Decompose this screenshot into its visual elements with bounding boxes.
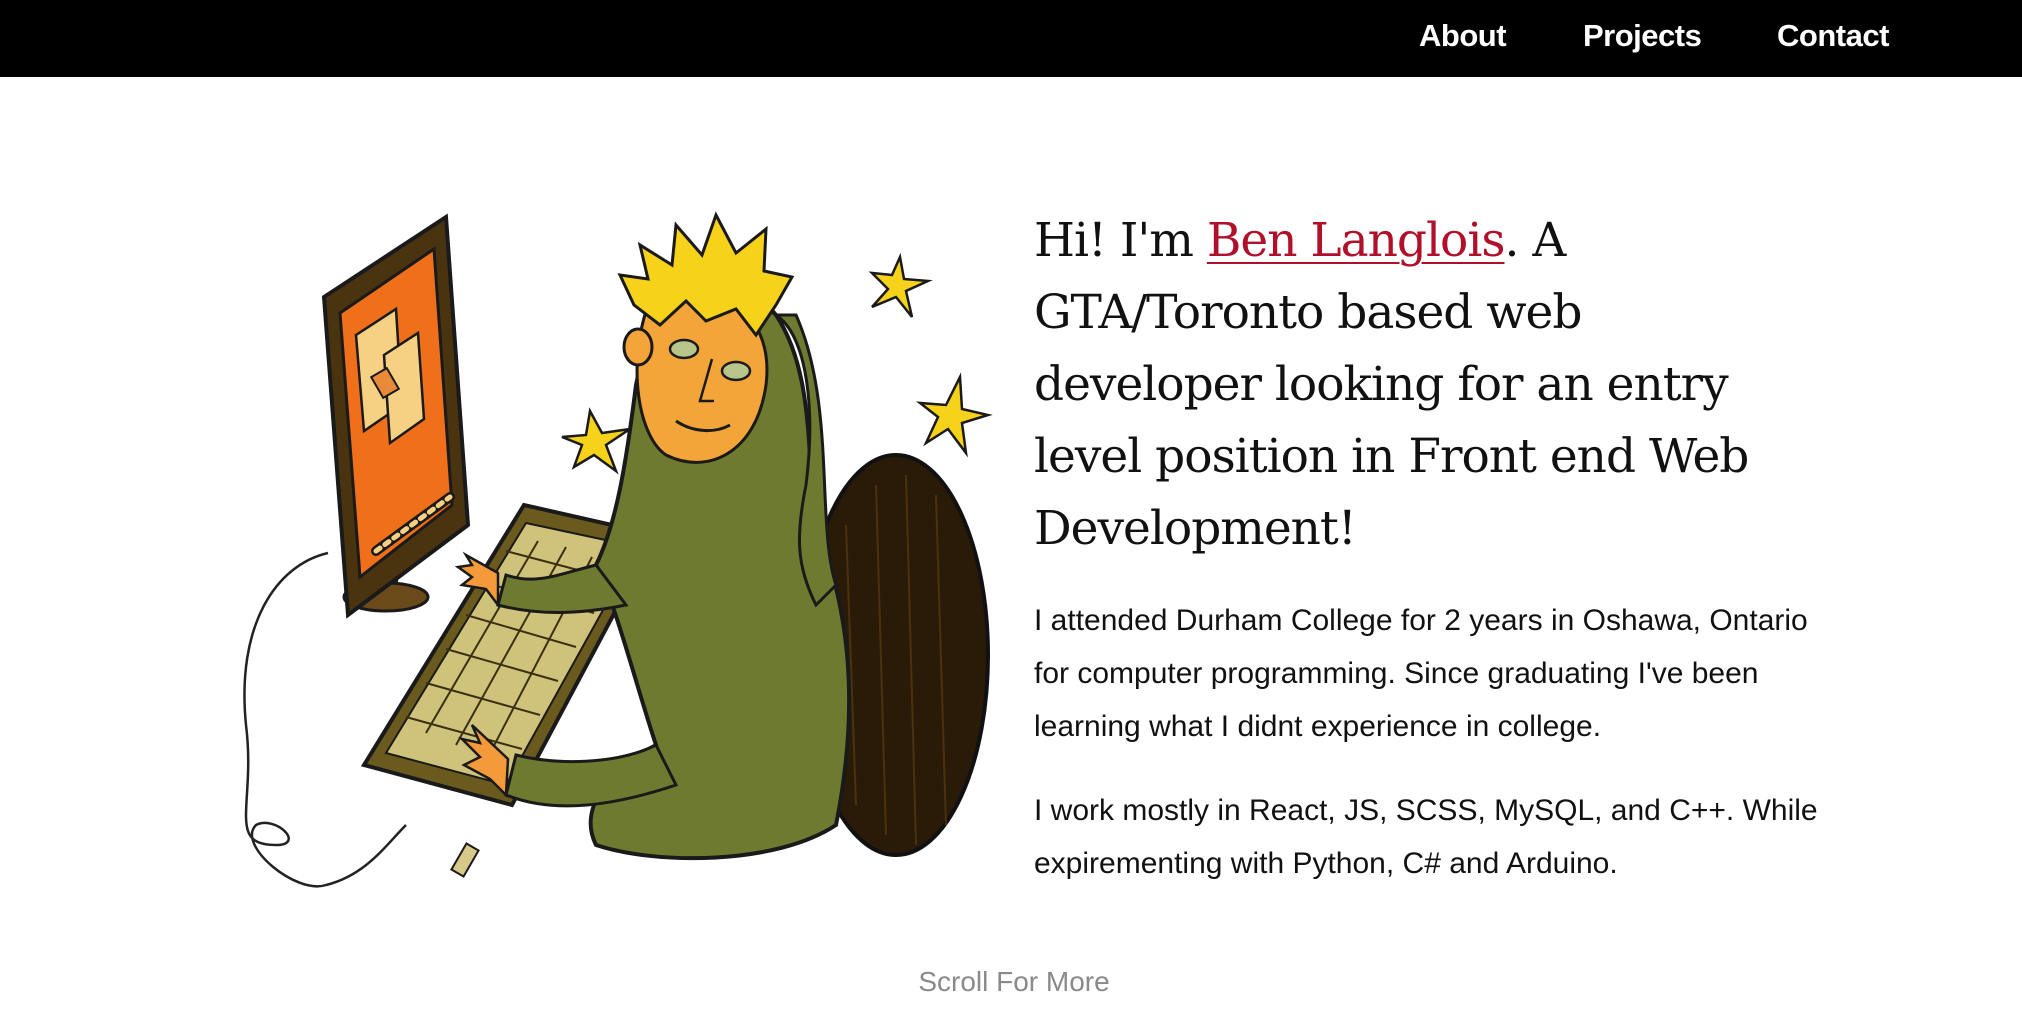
nav-link-contact[interactable]: Contact <box>1777 18 1889 54</box>
hero-greeting: Hi! I'm <box>1034 213 1207 268</box>
developer-at-computer-illustration <box>243 211 993 888</box>
scroll-for-more-hint[interactable]: Scroll For More <box>0 966 2022 998</box>
hero-heading: Hi! I'm Ben Langlois. A GTA/Toronto base… <box>1034 205 1794 565</box>
bio-paragraph-education: I attended Durham College for 2 years in… <box>1034 604 1808 743</box>
nav-link-about[interactable]: About <box>1419 18 1507 54</box>
nav-link-projects[interactable]: Projects <box>1583 18 1702 54</box>
top-navbar: About Projects Contact <box>0 0 2022 77</box>
monitor <box>321 213 471 619</box>
bio-paragraph-skills: I work mostly in React, JS, SCSS, MySQL,… <box>1034 794 1818 880</box>
hero-name-link[interactable]: Ben Langlois <box>1207 213 1506 268</box>
